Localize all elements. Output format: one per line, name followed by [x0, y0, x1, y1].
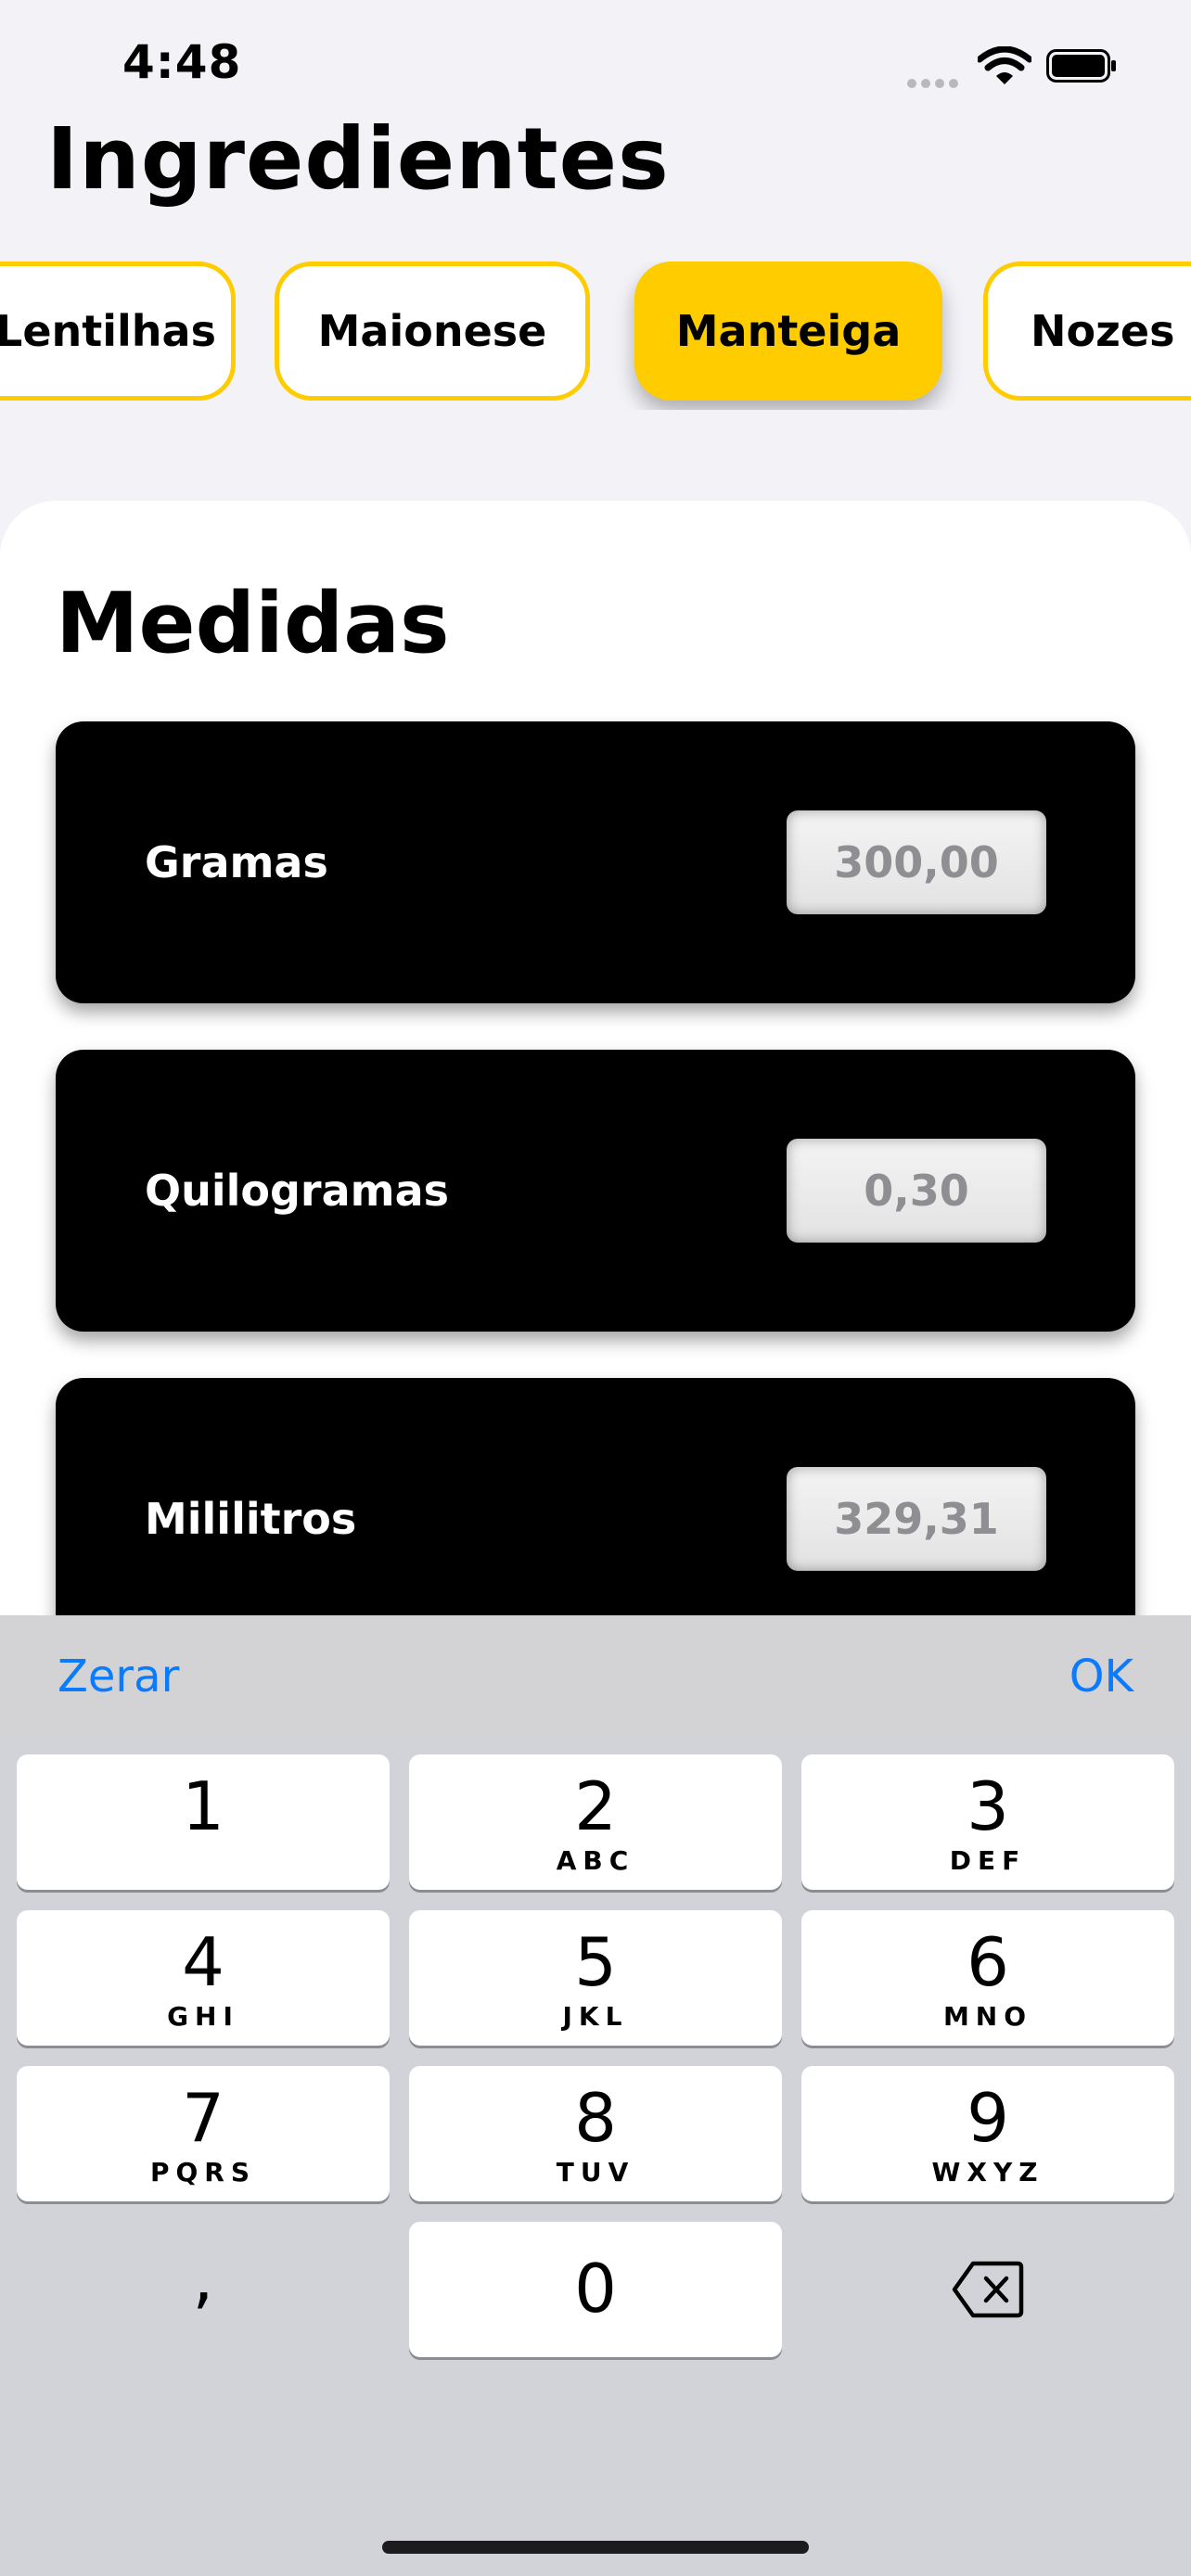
- key-letters: JKL: [562, 2001, 629, 2032]
- reset-button[interactable]: Zerar: [58, 1615, 179, 1738]
- key-1[interactable]: 1: [17, 1754, 390, 1890]
- key-7[interactable]: 7 PQRS: [17, 2066, 390, 2201]
- key-digit: 5: [574, 1923, 617, 2001]
- key-6[interactable]: 6 MNO: [801, 1910, 1174, 2046]
- measures-sheet: Medidas Gramas 300,00 Quilogramas 0,30 M…: [0, 501, 1191, 1706]
- backspace-key[interactable]: [801, 2222, 1174, 2357]
- cellular-signal-icon: [907, 74, 963, 92]
- key-5[interactable]: 5 JKL: [409, 1910, 782, 2046]
- key-9[interactable]: 9 WXYZ: [801, 2066, 1174, 2201]
- measure-card-quilogramas: Quilogramas 0,30: [56, 1050, 1135, 1332]
- milliliters-input[interactable]: 329,31: [787, 1467, 1046, 1571]
- key-digit: ,: [192, 2238, 214, 2316]
- chip-label: Nozes: [1031, 306, 1175, 356]
- key-digit: 7: [182, 2079, 224, 2157]
- battery-icon: [1046, 49, 1116, 83]
- key-digit: 9: [967, 2079, 1009, 2157]
- wifi-icon: [978, 46, 1031, 84]
- key-8[interactable]: 8 TUV: [409, 2066, 782, 2201]
- chip-label: Lentilhas: [0, 306, 216, 356]
- key-digit: 0: [574, 2250, 617, 2327]
- key-digit: 6: [967, 1923, 1009, 2001]
- section-title: Medidas: [56, 575, 450, 672]
- page-title: Ingredientes: [46, 109, 670, 209]
- key-digit: 2: [574, 1767, 617, 1845]
- ok-button[interactable]: OK: [1069, 1615, 1133, 1738]
- backspace-icon: [952, 2261, 1024, 2318]
- key-decimal-comma[interactable]: ,: [17, 2222, 390, 2357]
- grams-input[interactable]: 300,00: [787, 810, 1046, 914]
- key-digit: 8: [574, 2079, 617, 2157]
- ingredient-chip-list[interactable]: Lentilhas Maionese Manteiga Nozes: [0, 261, 1191, 410]
- key-digit: 4: [182, 1923, 224, 2001]
- key-digit: 3: [967, 1767, 1009, 1845]
- chip-maionese[interactable]: Maionese: [275, 261, 590, 401]
- chip-label: Maionese: [317, 306, 547, 356]
- kilograms-input[interactable]: 0,30: [787, 1139, 1046, 1243]
- key-2[interactable]: 2 ABC: [409, 1754, 782, 1890]
- key-letters: WXYZ: [931, 2157, 1044, 2187]
- key-letters: PQRS: [149, 2157, 257, 2187]
- chip-label: Manteiga: [675, 306, 902, 356]
- home-indicator[interactable]: [382, 2541, 809, 2554]
- key-letters: ABC: [556, 1845, 635, 1876]
- status-time: 4:48: [122, 35, 242, 89]
- chip-lentilhas[interactable]: Lentilhas: [0, 261, 236, 401]
- chip-manteiga[interactable]: Manteiga: [634, 261, 942, 401]
- keyboard-toolbar: Zerar OK: [0, 1615, 1191, 1738]
- measure-card-gramas: Gramas 300,00: [56, 721, 1135, 1003]
- key-letters: MNO: [942, 2001, 1033, 2032]
- chip-nozes[interactable]: Nozes: [983, 261, 1191, 401]
- key-letters: GHI: [167, 2001, 239, 2032]
- measure-label: Gramas: [145, 837, 328, 887]
- key-3[interactable]: 3 DEF: [801, 1754, 1174, 1890]
- key-letters: DEF: [949, 1845, 1027, 1876]
- key-letters: TUV: [556, 2157, 635, 2187]
- key-digit: 1: [182, 1767, 224, 1845]
- key-4[interactable]: 4 GHI: [17, 1910, 390, 2046]
- numeric-keyboard: 1 2 ABC 3 DEF 4 GHI 5 JKL 6 MNO 7 PQRS 8…: [0, 1738, 1191, 2576]
- key-0[interactable]: 0: [409, 2222, 782, 2357]
- measure-label: Quilogramas: [145, 1166, 449, 1216]
